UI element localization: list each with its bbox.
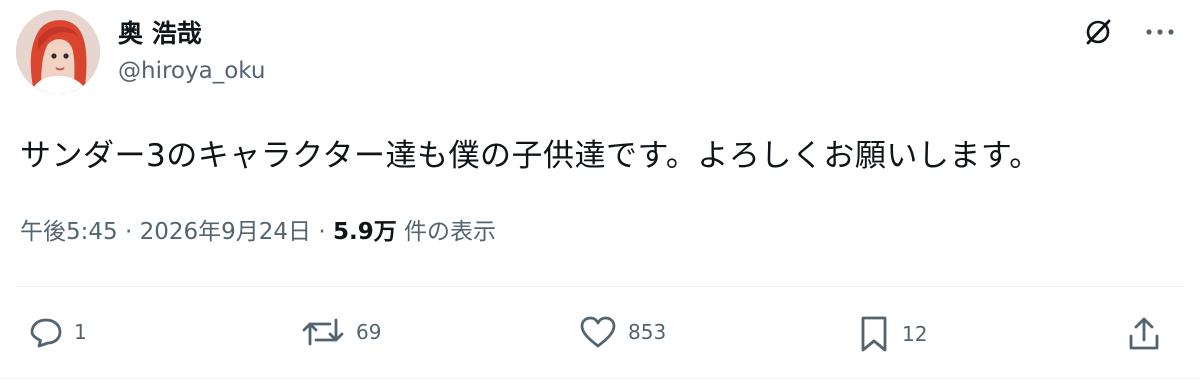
like-count: 853 [628, 320, 667, 344]
action-bar: 1 69 853 12 [0, 306, 1200, 362]
like-button[interactable]: 853 [578, 314, 666, 350]
share-icon [1129, 317, 1159, 350]
reply-count: 1 [74, 320, 87, 344]
reply-button[interactable]: 1 [28, 314, 87, 350]
bottom-divider [0, 378, 1200, 379]
share-button[interactable] [1126, 314, 1162, 354]
meta-separator: · [124, 219, 133, 245]
repost-icon [302, 318, 344, 346]
author-display-name[interactable]: 奥 浩哉 [118, 14, 202, 50]
avatar-image [16, 10, 100, 94]
divider [16, 286, 1184, 287]
post-date[interactable]: 2026年9月24日 [140, 219, 311, 245]
repost-count: 69 [356, 320, 382, 344]
repost-button[interactable]: 69 [300, 314, 381, 350]
top-actions [1080, 14, 1178, 50]
more-icon[interactable] [1142, 14, 1178, 50]
author-handle[interactable]: @hiroya_oku [118, 58, 265, 84]
meta-separator: · [318, 219, 326, 245]
bookmark-button[interactable]: 12 [856, 314, 927, 354]
post-text: サンダー3のキャラクター達も僕の子供達です。よろしくお願いします。 [20, 138, 1041, 174]
views-label: 件の表示 [404, 219, 497, 245]
post-meta: 午後5:45 · 2026年9月24日 · 5.9万 件の表示 [20, 212, 496, 246]
bookmark-icon [861, 316, 887, 352]
heart-icon [580, 316, 616, 348]
reply-icon [30, 318, 62, 348]
bookmark-count: 12 [902, 322, 928, 346]
grok-icon[interactable] [1080, 14, 1116, 50]
avatar[interactable] [16, 10, 100, 94]
views-count: 5.9万 [332, 219, 397, 245]
post-time[interactable]: 午後5:45 [20, 219, 118, 245]
